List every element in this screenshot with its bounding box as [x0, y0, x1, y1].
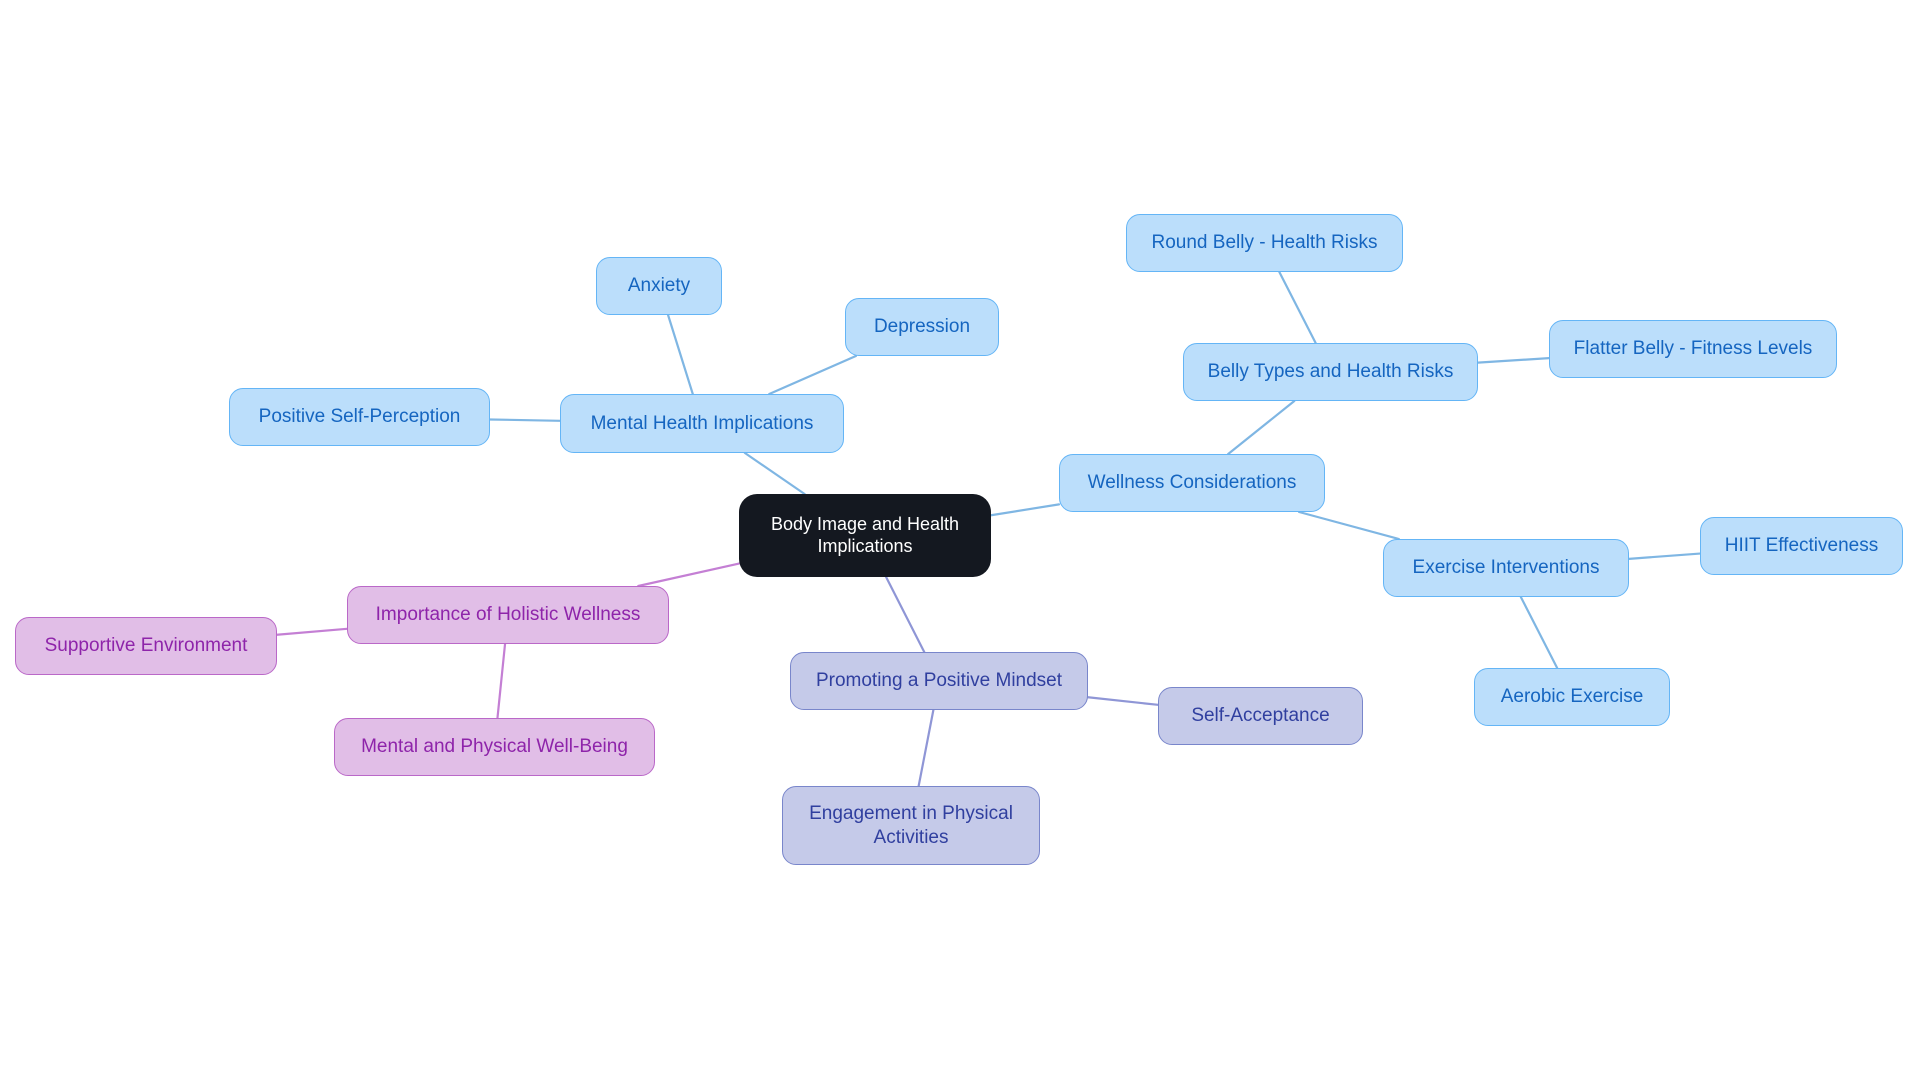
mindmap-node-label: Exercise Interventions [1412, 557, 1600, 579]
mindmap-node-mental-health[interactable]: Mental Health Implications [560, 394, 844, 453]
mindmap-node-label: Self-Acceptance [1191, 705, 1330, 727]
mindmap-node-label: HIIT Effectiveness [1724, 535, 1879, 557]
mindmap-node-positive-self-perception[interactable]: Positive Self-Perception [229, 388, 490, 446]
mindmap-canvas: Body Image and Health Implications Mental… [0, 0, 1920, 1083]
mindmap-node-label: Flatter Belly - Fitness Levels [1573, 338, 1813, 360]
edge-positive-mindset-to-engagement-physical [917, 708, 935, 788]
mindmap-node-exercise-interventions[interactable]: Exercise Interventions [1383, 539, 1629, 597]
edge-mental-health-to-anxiety [666, 313, 694, 396]
mindmap-node-label: Engagement in Physical Activities [809, 803, 1013, 848]
mindmap-node-round-belly[interactable]: Round Belly - Health Risks [1126, 214, 1403, 272]
edge-root-to-wellness-considerations [989, 503, 1061, 517]
mindmap-node-label: Promoting a Positive Mindset [815, 670, 1063, 692]
edge-holistic-wellness-to-mental-physical-wellbeing [496, 642, 507, 720]
edge-holistic-wellness-to-supportive-environment [275, 627, 349, 636]
mindmap-node-label: Mental Health Implications [590, 412, 814, 434]
edge-wellness-considerations-to-exercise-interventions [1298, 510, 1400, 541]
mindmap-node-depression[interactable]: Depression [845, 298, 999, 356]
mindmap-node-self-acceptance[interactable]: Self-Acceptance [1158, 687, 1363, 745]
edge-exercise-interventions-to-aerobic-exercise [1519, 595, 1559, 670]
mindmap-node-label: Depression [873, 316, 971, 338]
mindmap-node-flatter-belly[interactable]: Flatter Belly - Fitness Levels [1549, 320, 1837, 378]
edge-mental-health-to-positive-self-perception [488, 418, 562, 422]
mindmap-node-engagement-physical[interactable]: Engagement in Physical Activities [782, 786, 1040, 865]
edge-root-to-positive-mindset [885, 575, 926, 654]
edge-root-to-holistic-wellness [637, 562, 741, 588]
edge-positive-mindset-to-self-acceptance [1086, 696, 1160, 706]
mindmap-node-label: Anxiety [627, 275, 691, 297]
mindmap-node-label: Importance of Holistic Wellness [375, 604, 641, 626]
mindmap-node-supportive-environment[interactable]: Supportive Environment [15, 617, 277, 675]
mindmap-node-mental-physical-wellbeing[interactable]: Mental and Physical Well-Being [334, 718, 655, 776]
edge-wellness-considerations-to-belly-types [1227, 399, 1296, 456]
edge-exercise-interventions-to-hiit-effectiveness [1627, 552, 1702, 560]
mindmap-node-holistic-wellness[interactable]: Importance of Holistic Wellness [347, 586, 669, 644]
mindmap-node-positive-mindset[interactable]: Promoting a Positive Mindset [790, 652, 1088, 710]
mindmap-node-wellness-considerations[interactable]: Wellness Considerations [1059, 454, 1325, 512]
mindmap-node-label: Body Image and Health Implications [770, 513, 960, 556]
mindmap-node-aerobic-exercise[interactable]: Aerobic Exercise [1474, 668, 1670, 726]
mindmap-node-label: Positive Self-Perception [258, 406, 461, 428]
mindmap-node-label: Round Belly - Health Risks [1151, 232, 1378, 254]
mindmap-node-hiit-effectiveness[interactable]: HIIT Effectiveness [1700, 517, 1903, 575]
edge-root-to-mental-health [743, 451, 806, 496]
mindmap-node-belly-types[interactable]: Belly Types and Health Risks [1183, 343, 1478, 401]
mindmap-node-label: Belly Types and Health Risks [1207, 361, 1454, 383]
mindmap-node-label: Wellness Considerations [1087, 472, 1297, 494]
edge-belly-types-to-round-belly [1278, 270, 1317, 345]
mindmap-node-anxiety[interactable]: Anxiety [596, 257, 722, 315]
mindmap-node-label: Supportive Environment [44, 635, 248, 657]
edge-belly-types-to-flatter-belly [1476, 357, 1551, 364]
edge-mental-health-to-depression [768, 354, 857, 396]
mindmap-node-label: Aerobic Exercise [1500, 686, 1644, 708]
mindmap-node-root[interactable]: Body Image and Health Implications [739, 494, 991, 577]
mindmap-node-label: Mental and Physical Well-Being [361, 736, 628, 758]
